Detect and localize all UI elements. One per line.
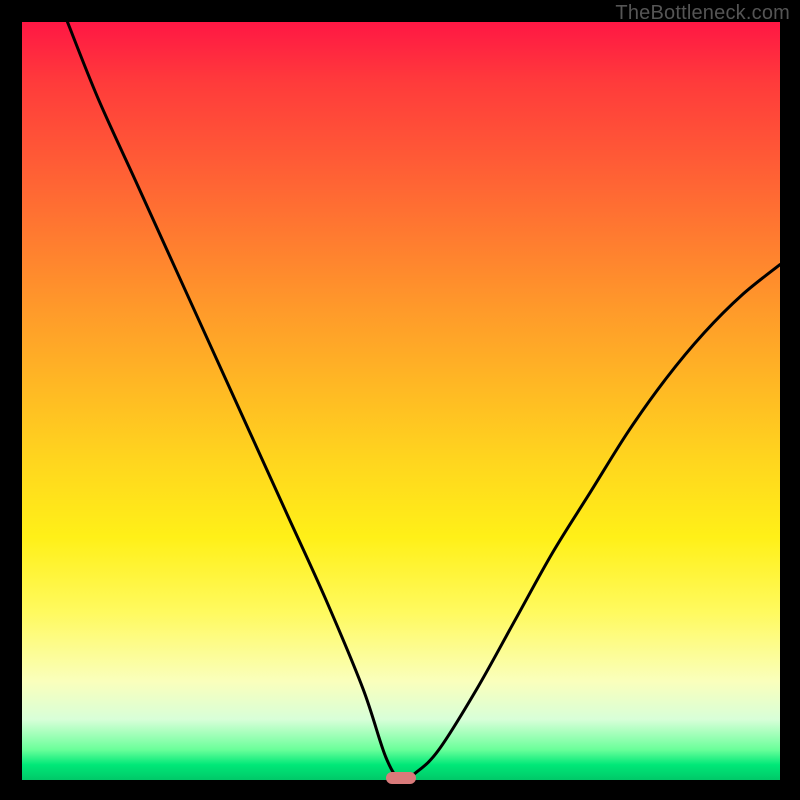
attribution-text: TheBottleneck.com: [615, 2, 790, 25]
chart-curve: [22, 22, 780, 780]
bottleneck-curve-path: [67, 22, 780, 780]
chart-container: [22, 22, 780, 780]
minimum-marker: [386, 772, 416, 783]
